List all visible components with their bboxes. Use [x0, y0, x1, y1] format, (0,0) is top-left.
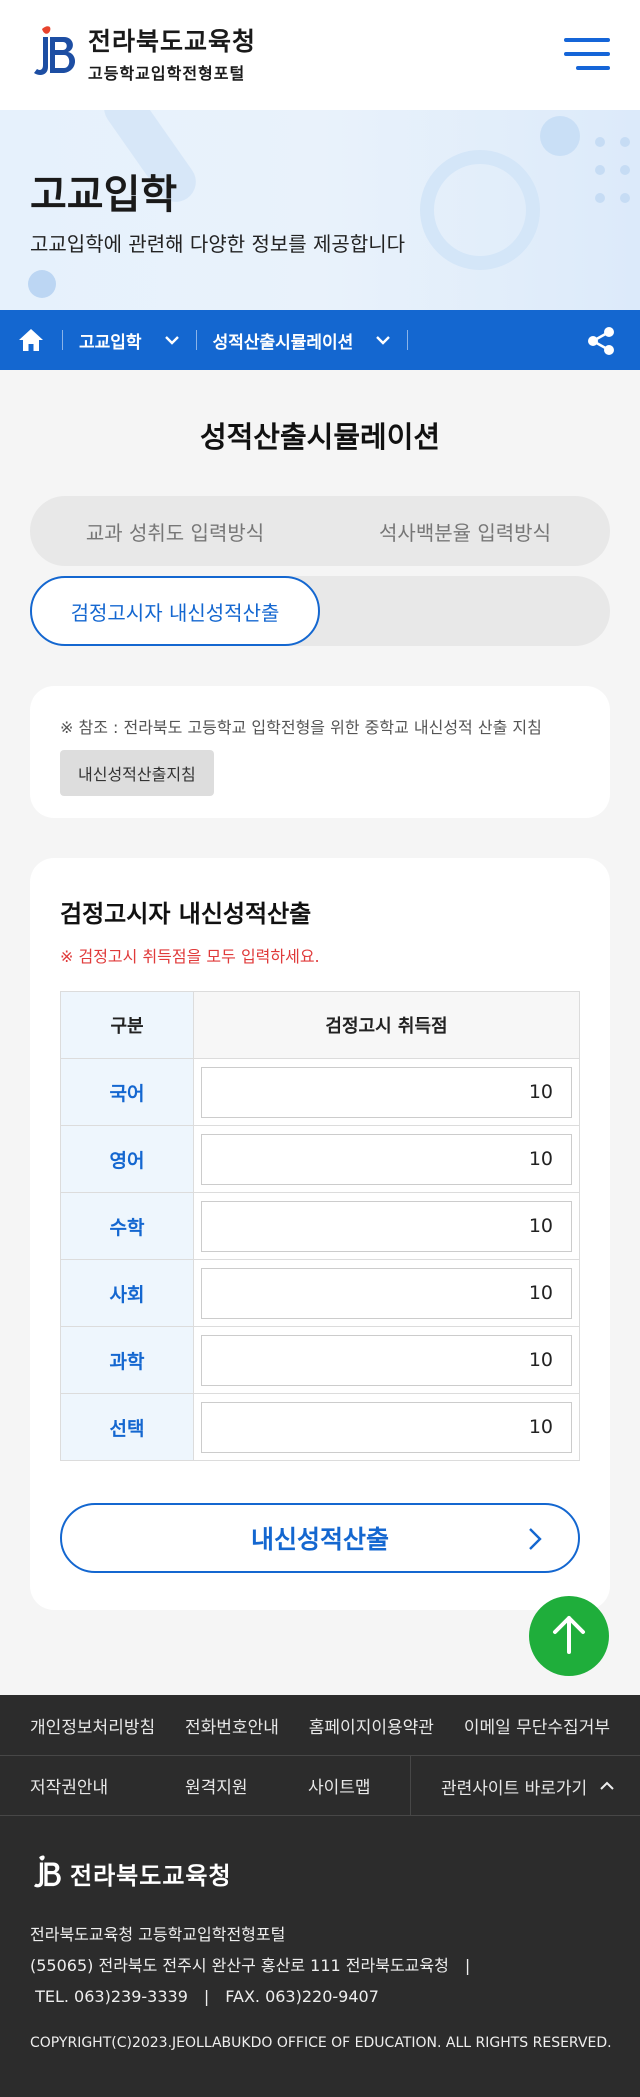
calculate-button-label: 내신성적산출: [250, 1525, 389, 1554]
score-input-social[interactable]: [201, 1267, 572, 1319]
table-row: 사회: [60, 1259, 580, 1327]
banner-description: 고교입학에 관련해 다양한 정보를 제공합니다: [30, 232, 406, 256]
menu-icon[interactable]: [564, 36, 610, 72]
footer-links: 저작권안내 원격지원 사이트맵 관련사이트 바로가기: [0, 1756, 640, 1816]
score-input-elective[interactable]: [201, 1401, 572, 1453]
column-header-category: 구분: [60, 991, 194, 1059]
arrow-up-icon: [551, 1614, 587, 1658]
breadcrumb-level1[interactable]: 고교입학: [63, 328, 196, 353]
chevron-down-icon: [375, 330, 391, 350]
education-office-emblem: [33, 1855, 61, 1888]
subject-label: 선택: [60, 1393, 194, 1461]
tab-ged-calculation[interactable]: 검정고시자 내신성적산출: [30, 576, 320, 646]
copyright-text: COPYRIGHT(C)2023.JEOLLABUKDO OFFICE OF E…: [30, 2035, 612, 2051]
table-header-row: 구분 검정고시 취득점: [60, 991, 580, 1059]
decorative-circle: [540, 116, 580, 156]
footer-link-sitemap[interactable]: 사이트맵: [308, 1773, 371, 1798]
related-sites-label: 관련사이트 바로가기: [441, 1778, 588, 1799]
footer-link-copyright[interactable]: 저작권안내: [0, 1773, 108, 1798]
breadcrumb-level2-label: 성적산출시뮬레이션: [212, 332, 354, 353]
score-input-korean[interactable]: [201, 1066, 572, 1118]
scroll-top-button[interactable]: [529, 1596, 609, 1676]
decorative-ring: [420, 150, 540, 270]
subject-label: 수학: [60, 1192, 194, 1260]
footer-logo: 전라북도교육청: [30, 1853, 232, 1893]
breadcrumb-level1-label: 고교입학: [79, 332, 142, 353]
score-input-english[interactable]: [201, 1133, 572, 1185]
reference-note-card: ※ 참조 : 전라북도 고등학교 입학전형을 위한 중학교 내신성적 산출 지침…: [30, 686, 610, 818]
related-sites-dropdown[interactable]: 관련사이트 바로가기: [410, 1756, 640, 1816]
portal-name: 고등학교입학전형포털: [88, 64, 246, 83]
site-footer: 개인정보처리방침 전화번호안내 홈페이지이용약관 이메일 무단수집거부 저작권안…: [0, 1695, 640, 2097]
ged-calculation-card: 검정고시자 내신성적산출 ※ 검정고시 취득점을 모두 입력하세요. 구분 검정…: [30, 858, 610, 1610]
subject-label: 사회: [60, 1259, 194, 1327]
table-row: 과학: [60, 1326, 580, 1394]
calculate-button[interactable]: 내신성적산출: [60, 1503, 580, 1573]
hero-banner: 고교입학 고교입학에 관련해 다양한 정보를 제공합니다: [0, 110, 640, 310]
share-icon[interactable]: [586, 326, 616, 360]
site-logo[interactable]: 전라북도교육청 고등학교입학전형포털: [28, 22, 256, 84]
table-row: 국어: [60, 1058, 580, 1126]
tab-percentile-input[interactable]: 석사백분율 입력방식: [320, 496, 610, 566]
divider: [407, 330, 409, 350]
footer-phone: TEL. 063)239-3339 | FAX. 063)220-9407: [30, 1987, 379, 2006]
footer-info-line: 전라북도교육청 고등학교입학전형포털: [30, 1925, 286, 1944]
footer-contact-info: 전라북도교육청 고등학교입학전형포털 (55065) 전라북도 전주시 완산구 …: [30, 1919, 470, 2012]
guideline-button[interactable]: 내신성적산출지침: [60, 750, 214, 796]
org-name: 전라북도교육청: [88, 27, 257, 56]
page: 전라북도교육청 고등학교입학전형포털 고교입학 고교입학에 관련해 다양한 정보…: [0, 0, 640, 2097]
footer-address: (55065) 전라북도 전주시 완산구 홍산로 111 전라북도교육청 |: [30, 1956, 471, 1975]
banner-title: 고교입학: [30, 172, 178, 218]
tab-group: 교과 성취도 입력방식 석사백분율 입력방식: [30, 496, 610, 566]
score-input-science[interactable]: [201, 1334, 572, 1386]
decorative-dots: [595, 137, 630, 203]
chevron-right-icon: [528, 1527, 542, 1557]
subject-label: 과학: [60, 1326, 194, 1394]
site-header: 전라북도교육청 고등학교입학전형포털: [0, 0, 640, 110]
footer-links: 개인정보처리방침 전화번호안내 홈페이지이용약관 이메일 무단수집거부: [0, 1695, 640, 1756]
footer-link-phone[interactable]: 전화번호안내: [185, 1713, 279, 1738]
tab-group: 검정고시자 내신성적산출: [30, 576, 610, 646]
breadcrumb-nav: 고교입학 성적산출시뮬레이션: [0, 310, 640, 370]
chevron-down-icon: [164, 330, 180, 350]
education-office-emblem: [28, 23, 80, 83]
footer-link-privacy[interactable]: 개인정보처리방침: [30, 1713, 155, 1738]
footer-link-terms[interactable]: 홈페이지이용약관: [309, 1713, 434, 1738]
score-input-math[interactable]: [201, 1200, 572, 1252]
calc-title: 검정고시자 내신성적산출: [60, 900, 312, 928]
subject-label: 국어: [60, 1058, 194, 1126]
breadcrumb-level2[interactable]: 성적산출시뮬레이션: [197, 328, 408, 353]
score-table: 구분 검정고시 취득점 국어 영어 수학 사회 과학: [60, 991, 580, 1461]
table-row: 선택: [60, 1393, 580, 1461]
chevron-up-icon: [599, 1776, 615, 1796]
decorative-circle: [28, 270, 56, 298]
footer-link-remote-support[interactable]: 원격지원: [185, 1773, 248, 1798]
page-title: 성적산출시뮬레이션: [199, 420, 441, 454]
table-row: 영어: [60, 1125, 580, 1193]
footer-link-email-policy[interactable]: 이메일 무단수집거부: [464, 1713, 610, 1738]
reference-note-text: ※ 참조 : 전라북도 고등학교 입학전형을 위한 중학교 내신성적 산출 지침: [60, 718, 542, 737]
column-header-score: 검정고시 취득점: [193, 991, 580, 1059]
subject-label: 영어: [60, 1125, 194, 1193]
home-icon[interactable]: [0, 310, 62, 370]
tab-achievement-input[interactable]: 교과 성취도 입력방식: [30, 496, 320, 566]
calc-warning: ※ 검정고시 취득점을 모두 입력하세요.: [60, 947, 320, 966]
table-row: 수학: [60, 1192, 580, 1260]
footer-org-name: 전라북도교육청: [70, 1861, 232, 1890]
